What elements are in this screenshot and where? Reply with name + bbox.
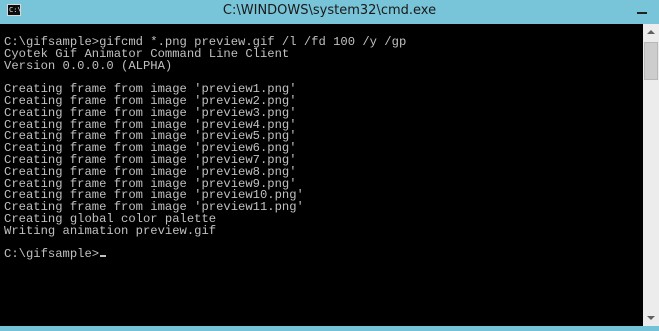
window-title: C:\WINDOWS\system32\cmd.exe xyxy=(222,3,437,18)
console-text: C:\gifsample>gifcmd *.png preview.gif /l… xyxy=(0,24,643,261)
console-line: C:\gifsample> xyxy=(4,248,643,261)
scroll-thumb[interactable] xyxy=(644,42,658,80)
window-bottom-border xyxy=(0,326,659,331)
vertical-scrollbar[interactable] xyxy=(643,24,659,326)
minimize-icon xyxy=(637,12,647,14)
console-line: Version 0.0.0.0 (ALPHA) xyxy=(4,58,173,73)
minimize-button[interactable] xyxy=(625,0,659,22)
scroll-up-arrow-icon[interactable] xyxy=(643,24,659,41)
scroll-down-arrow-icon[interactable] xyxy=(643,309,659,326)
text-cursor xyxy=(100,255,107,258)
cmd-window: C:\ C:\WINDOWS\system32\cmd.exe C:\gifsa… xyxy=(0,0,659,331)
console-line: Writing animation preview.gif xyxy=(4,223,217,238)
title-bar[interactable]: C:\ C:\WINDOWS\system32\cmd.exe xyxy=(0,0,659,24)
console-output-area[interactable]: C:\gifsample>gifcmd *.png preview.gif /l… xyxy=(0,24,643,326)
